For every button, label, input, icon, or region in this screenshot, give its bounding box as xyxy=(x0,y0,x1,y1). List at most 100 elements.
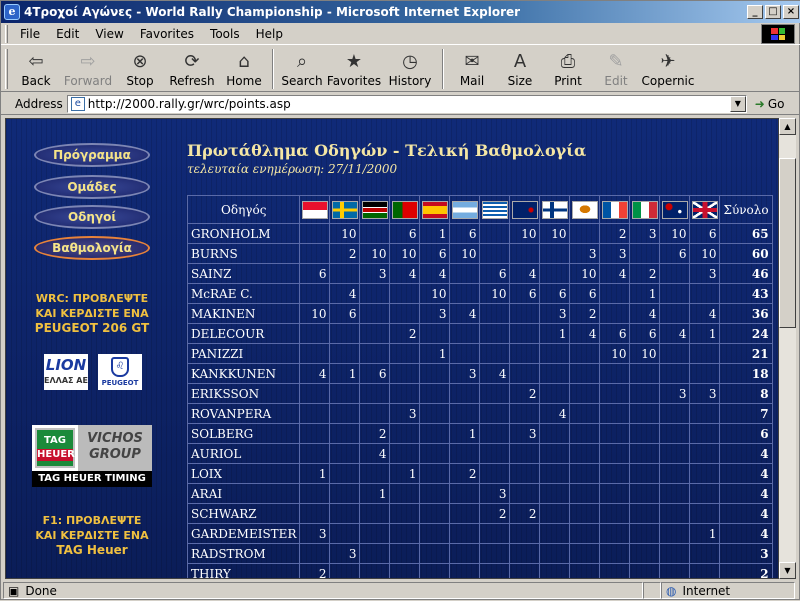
points-cell xyxy=(419,403,451,424)
menu-favorites[interactable]: Favorites xyxy=(132,27,202,41)
menu-tools[interactable]: Tools xyxy=(202,27,248,41)
points-cell xyxy=(629,423,661,444)
wrc-promo[interactable]: WRC: ΠΡΟΒΛΕΨΤΕ ΚΑΙ ΚΕΡΔΙΣΤΕ ΕΝΑ PEUGEOT … xyxy=(16,291,168,336)
points-cell: 3 xyxy=(569,243,601,264)
portugal-flag-icon xyxy=(391,200,418,219)
points-cell xyxy=(299,243,331,264)
scroll-thumb[interactable] xyxy=(779,158,796,328)
table-row: GARDEMEISTER 3 1 4 xyxy=(186,523,773,544)
points-cell xyxy=(449,443,481,464)
tag-heuer-banner[interactable]: TAG HEUER VICHOS GROUP TAG HEUER TIMING xyxy=(32,425,152,487)
menu-help[interactable]: Help xyxy=(248,27,291,41)
points-cell xyxy=(479,223,511,244)
points-cell xyxy=(689,343,721,364)
points-cell xyxy=(449,343,481,364)
menu-view[interactable]: View xyxy=(87,27,131,41)
f1-promo[interactable]: F1: ΠΡΟΒΛΕΨΤΕ ΚΑΙ ΚΕΡΔΙΣΤΕ ΕΝΑ TAG Heuer xyxy=(16,513,168,558)
points-cell xyxy=(479,463,511,484)
table-row: AURIOL 4 4 xyxy=(186,443,773,464)
copernic-button[interactable]: ✈ Copernic xyxy=(640,46,696,90)
points-cell xyxy=(509,343,541,364)
menu-file[interactable]: File xyxy=(12,27,48,41)
points-cell xyxy=(359,223,391,244)
minimize-button[interactable]: _ xyxy=(747,5,763,19)
points-cell xyxy=(599,523,631,544)
points-cell: 10 xyxy=(509,223,541,244)
points-cell: 1 xyxy=(329,363,361,384)
vertical-scrollbar[interactable]: ▲ ▼ xyxy=(779,118,796,579)
nav-button-1[interactable]: Ομάδες xyxy=(34,175,150,199)
address-dropdown-icon[interactable]: ▼ xyxy=(729,95,746,112)
points-cell xyxy=(449,543,481,564)
points-cell: 3 xyxy=(599,243,631,264)
lion-logo[interactable]: LION ΕΛΛΑΣ ΑΕ xyxy=(44,354,88,390)
refresh-button[interactable]: ⟳ Refresh xyxy=(164,46,220,90)
toolbar-grip[interactable] xyxy=(5,49,8,89)
points-cell xyxy=(329,463,361,484)
menu-grip[interactable] xyxy=(5,24,8,43)
points-cell xyxy=(359,323,391,344)
history-button[interactable]: ◷ History xyxy=(382,46,438,90)
print-button[interactable]: ⎙ Print xyxy=(544,46,592,90)
favorites-button[interactable]: ★ Favorites xyxy=(326,46,382,90)
points-cell xyxy=(539,543,571,564)
stop-button[interactable]: ⊗ Stop xyxy=(116,46,164,90)
search-button[interactable]: ⌕ Search xyxy=(278,46,326,90)
points-cell xyxy=(419,323,451,344)
menu-edit[interactable]: Edit xyxy=(48,27,87,41)
points-cell xyxy=(689,503,721,524)
points-cell xyxy=(419,383,451,404)
points-cell xyxy=(419,543,451,564)
points-cell xyxy=(389,363,421,384)
new-zealand-flag-icon xyxy=(511,200,538,219)
points-cell: 10 xyxy=(359,243,391,264)
scroll-down-icon[interactable]: ▼ xyxy=(779,562,796,579)
scroll-up-icon[interactable]: ▲ xyxy=(779,118,796,135)
points-cell xyxy=(479,303,511,324)
back-button[interactable]: ⇦ Back xyxy=(12,46,60,90)
title-bar[interactable]: e 4Τροχοί Αγώνες - World Rally Champions… xyxy=(1,1,800,23)
mail-button[interactable]: ✉ Mail xyxy=(448,46,496,90)
go-button[interactable]: ➜ Go xyxy=(755,97,785,111)
points-cell xyxy=(419,483,451,504)
table-row: ARAI 1 3 4 xyxy=(186,483,773,504)
points-cell: 2 xyxy=(569,303,601,324)
points-cell: 6 xyxy=(479,263,511,284)
points-cell: 6 xyxy=(419,243,451,264)
size-button[interactable]: A Size xyxy=(496,46,544,90)
nav-button-0[interactable]: Πρόγραμμα xyxy=(34,143,150,167)
points-cell: 2 xyxy=(329,243,361,264)
points-cell xyxy=(389,483,421,504)
points-cell xyxy=(359,503,391,524)
points-cell: 10 xyxy=(659,223,691,244)
vichos-group-logo: VICHOS GROUP xyxy=(78,425,152,471)
points-cell: 3 xyxy=(509,423,541,444)
home-button[interactable]: ⌂ Home xyxy=(220,46,268,90)
points-cell xyxy=(539,483,571,504)
address-input[interactable]: e http://2000.rally.gr/wrc/points.asp ▼ xyxy=(66,94,747,113)
points-cell: 3 xyxy=(389,403,421,424)
points-cell: 6 xyxy=(539,283,571,304)
total-cell: 65 xyxy=(719,223,773,244)
points-cell xyxy=(599,363,631,384)
points-cell: 3 xyxy=(299,523,331,544)
peugeot-logo[interactable]: ♌ PEUGEOT xyxy=(98,354,142,390)
print-icon: ⎙ xyxy=(560,50,576,72)
edit-icon: ✎ xyxy=(608,50,624,72)
maximize-button[interactable]: □ xyxy=(765,5,781,19)
nav-button-2[interactable]: Οδηγοί xyxy=(34,205,150,229)
total-cell: 18 xyxy=(719,363,773,384)
points-cell xyxy=(539,523,571,544)
points-cell: 6 xyxy=(509,283,541,304)
close-button[interactable]: × xyxy=(783,5,799,19)
table-row: SAINZ 6 3 4 4 6 4 10 4 2 3 46 xyxy=(186,263,773,284)
points-cell xyxy=(599,383,631,404)
total-cell: 24 xyxy=(719,323,773,344)
nav-button-3[interactable]: Βαθμολογία xyxy=(34,236,150,260)
points-cell: 3 xyxy=(359,263,391,284)
points-cell xyxy=(659,303,691,324)
flag-column-cyprus xyxy=(569,195,601,224)
points-cell xyxy=(569,343,601,364)
points-cell: 4 xyxy=(359,443,391,464)
points-cell xyxy=(539,503,571,524)
